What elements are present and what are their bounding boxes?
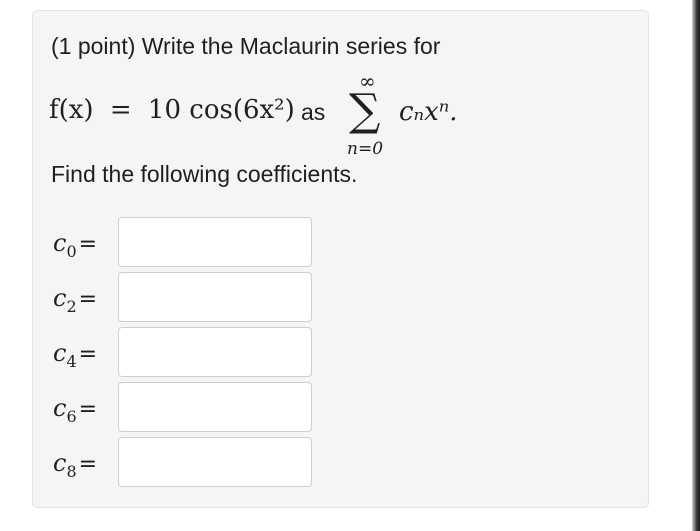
page: (1 point) Write the Maclaurin series for… <box>0 0 700 531</box>
coefficient-input-c4[interactable] <box>118 327 312 377</box>
function-lhs: f(x) <box>49 95 94 125</box>
function-definition: f(x) = 10 cos(6x²) <box>49 95 295 125</box>
coefficient-input-c6[interactable] <box>118 382 312 432</box>
equals-sign: = <box>109 95 132 125</box>
coefficient-index: 6 <box>66 406 77 426</box>
coefficient-symbol: c <box>53 339 67 367</box>
sum-term: cₙxⁿ. <box>399 97 458 127</box>
coefficient-symbol: c <box>53 394 67 422</box>
coefficient-row-c6: c6= <box>51 382 312 434</box>
coefficient-input-c0[interactable] <box>118 217 312 267</box>
as-word: as <box>301 99 326 125</box>
coefficient-row-c2: c2= <box>51 272 312 324</box>
coefficient-label: c0= <box>53 229 97 261</box>
formula: f(x) = 10 cos(6x²) as ∞ ∑ n=0 cₙxⁿ. <box>49 69 609 169</box>
coefficient-equals: = <box>78 452 98 477</box>
coefficient-label: c6= <box>53 394 97 426</box>
window-edge <box>692 0 700 531</box>
coefficient-label: c8= <box>53 449 97 481</box>
sum-lower-limit: n=0 <box>347 139 384 159</box>
coefficient-row-c4: c4= <box>51 327 312 379</box>
coefficient-symbol: c <box>53 229 67 257</box>
coefficient-equals: = <box>78 287 98 312</box>
coefficient-equals: = <box>78 397 98 422</box>
coefficient-index: 8 <box>66 461 77 481</box>
problem-card: (1 point) Write the Maclaurin series for… <box>32 10 649 508</box>
coefficient-index: 4 <box>66 351 77 371</box>
problem-intro: (1 point) Write the Maclaurin series for <box>51 33 441 59</box>
coefficient-equals: = <box>78 342 98 367</box>
function-rhs: 10 cos(6x²) <box>147 95 295 125</box>
coefficient-index: 0 <box>66 241 77 261</box>
coefficient-equals: = <box>78 232 98 257</box>
coefficient-label: c2= <box>53 284 97 316</box>
coefficient-input-c2[interactable] <box>118 272 312 322</box>
sigma-symbol: ∑ <box>349 85 381 136</box>
coefficient-label: c4= <box>53 339 97 371</box>
coefficient-symbol: c <box>53 449 67 477</box>
instruction-text: Find the following coefficients. <box>51 161 358 187</box>
coefficient-row-c8: c8= <box>51 437 312 489</box>
coefficient-index: 2 <box>66 296 77 316</box>
coefficient-input-c8[interactable] <box>118 437 312 487</box>
summation: ∞ ∑ n=0 <box>347 69 391 161</box>
coefficient-row-c0: c0= <box>51 217 312 269</box>
coefficient-symbol: c <box>53 284 67 312</box>
